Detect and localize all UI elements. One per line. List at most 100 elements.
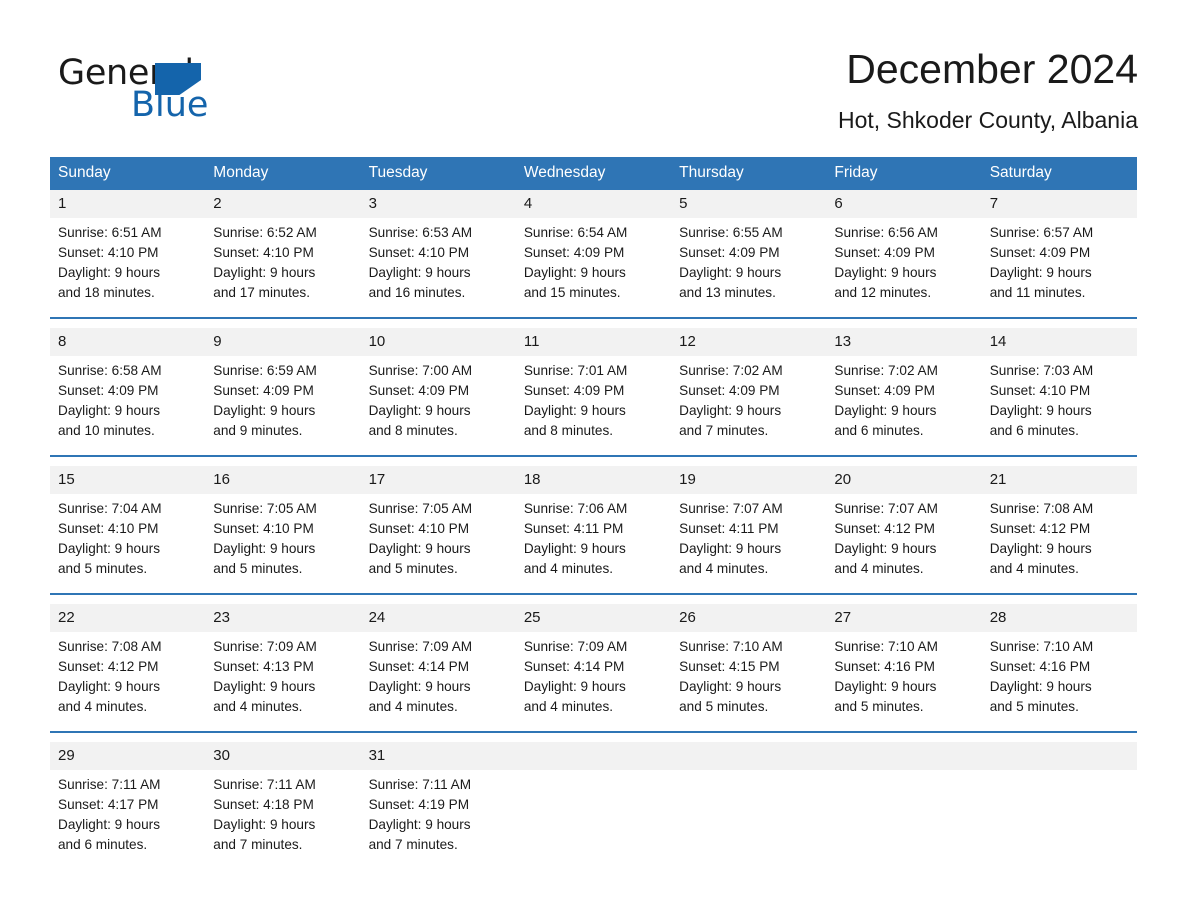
day-daylight1-text: Daylight: 9 hours: [368, 679, 471, 694]
day-info-cell: Sunrise: 6:58 AM Sunset: 4:09 PM Daylight:…: [50, 356, 206, 456]
day-info-cell: Sunrise: 7:05 AM Sunset: 4:10 PM Daylight:…: [205, 494, 361, 594]
weekday-header-saturday: Saturday: [981, 157, 1137, 190]
day-sunset-text: Sunset: 4:12 PM: [58, 659, 159, 674]
day-number[interactable]: 12: [671, 328, 827, 356]
day-daylight2-text: and 17 minutes.: [213, 285, 311, 300]
day-daylight1-text: Daylight: 9 hours: [213, 541, 316, 556]
day-sunrise-text: Sunrise: 7:10 AM: [834, 639, 938, 654]
day-daylight1-text: Daylight: 9 hours: [58, 265, 161, 280]
day-number[interactable]: 9: [205, 328, 361, 356]
calendar-page: General Blue December 2024 Hot, Shkoder …: [0, 0, 1188, 918]
day-sunrise-text: Sunrise: 7:01 AM: [523, 363, 628, 378]
day-number[interactable]: 8: [50, 328, 206, 356]
day-number[interactable]: 16: [205, 466, 361, 494]
day-number[interactable]: 4: [515, 190, 672, 218]
day-sunrise-text: Sunrise: 7:04 AM: [58, 501, 162, 516]
day-daylight2-text: and 4 minutes.: [834, 561, 924, 576]
day-number[interactable]: 10: [360, 328, 516, 356]
day-sunrise-text: Sunrise: 6:58 AM: [58, 363, 162, 378]
day-daylight2-text: and 4 minutes.: [523, 561, 614, 576]
day-info-cell: Sunrise: 6:56 AM Sunset: 4:09 PM Daylight:…: [826, 218, 982, 318]
page-title: December 2024: [846, 46, 1138, 92]
day-number[interactable]: 1: [50, 190, 206, 218]
day-daylight1-text: Daylight: 9 hours: [834, 679, 937, 694]
weekday-header-sunday: Sunday: [50, 157, 206, 190]
day-info-cell: Sunrise: 6:57 AM Sunset: 4:09 PM Daylight:…: [981, 218, 1137, 318]
day-number[interactable]: 19: [671, 466, 827, 494]
day-number[interactable]: 11: [515, 328, 672, 356]
day-info-cell: Sunrise: 7:02 AM Sunset: 4:09 PM Daylight:…: [826, 356, 982, 456]
day-number[interactable]: 6: [826, 190, 982, 218]
day-cell-empty: [671, 742, 827, 770]
day-number[interactable]: 7: [981, 190, 1137, 218]
day-sunrise-text: Sunrise: 7:10 AM: [989, 639, 1094, 654]
day-info-cell: Sunrise: 7:03 AM Sunset: 4:10 PM Daylight:…: [981, 356, 1137, 456]
day-daylight2-text: and 5 minutes.: [989, 699, 1079, 714]
day-info-empty: [981, 770, 1137, 869]
day-daylight1-text: Daylight: 9 hours: [679, 679, 782, 694]
day-info-empty: [515, 770, 672, 869]
day-info-cell: Sunrise: 6:59 AM Sunset: 4:09 PM Daylight:…: [205, 356, 361, 456]
day-sunset-text: Sunset: 4:13 PM: [213, 659, 314, 674]
day-number[interactable]: 26: [671, 604, 827, 632]
day-sunrise-text: Sunrise: 6:56 AM: [834, 225, 938, 240]
day-info-cell: Sunrise: 7:09 AM Sunset: 4:13 PM Daylight:…: [205, 632, 361, 732]
day-daylight2-text: and 5 minutes.: [368, 561, 458, 576]
day-number[interactable]: 14: [981, 328, 1137, 356]
day-number[interactable]: 5: [671, 190, 827, 218]
day-number[interactable]: 20: [826, 466, 982, 494]
day-daylight2-text: and 6 minutes.: [58, 837, 148, 852]
day-number[interactable]: 24: [360, 604, 516, 632]
day-sunrise-text: Sunrise: 7:02 AM: [834, 363, 938, 378]
weekday-header-thursday: Thursday: [671, 157, 827, 190]
day-sunset-text: Sunset: 4:14 PM: [523, 659, 625, 674]
day-number[interactable]: 3: [360, 190, 516, 218]
day-number[interactable]: 2: [205, 190, 361, 218]
day-info-row: Sunrise: 6:58 AM Sunset: 4:09 PM Daylight:…: [50, 356, 1137, 456]
day-info-cell: Sunrise: 7:11 AM Sunset: 4:19 PM Daylight:…: [360, 770, 516, 869]
day-sunrise-text: Sunrise: 7:05 AM: [213, 501, 317, 516]
day-sunrise-text: Sunrise: 6:55 AM: [679, 225, 783, 240]
day-number[interactable]: 18: [515, 466, 672, 494]
day-number[interactable]: 28: [981, 604, 1137, 632]
day-daylight2-text: and 18 minutes.: [58, 285, 155, 300]
day-info-empty: [671, 770, 827, 869]
day-sunset-text: Sunset: 4:10 PM: [58, 521, 159, 536]
day-daylight2-text: and 4 minutes.: [989, 561, 1079, 576]
day-sunset-text: Sunset: 4:09 PM: [989, 245, 1091, 260]
day-number[interactable]: 25: [515, 604, 672, 632]
day-number[interactable]: 29: [50, 742, 206, 770]
day-sunset-text: Sunset: 4:09 PM: [523, 245, 625, 260]
day-number[interactable]: 13: [826, 328, 982, 356]
day-daylight1-text: Daylight: 9 hours: [213, 403, 316, 418]
day-sunrise-text: Sunrise: 7:07 AM: [679, 501, 783, 516]
day-number[interactable]: 31: [360, 742, 516, 770]
day-daylight2-text: and 8 minutes.: [523, 423, 614, 438]
day-number[interactable]: 27: [826, 604, 982, 632]
day-daylight1-text: Daylight: 9 hours: [368, 817, 471, 832]
day-sunrise-text: Sunrise: 6:57 AM: [989, 225, 1094, 240]
day-sunset-text: Sunset: 4:09 PM: [58, 383, 159, 398]
general-blue-logo[interactable]: General Blue: [58, 52, 258, 126]
weekday-header-friday: Friday: [826, 157, 982, 190]
day-number[interactable]: 15: [50, 466, 206, 494]
day-sunrise-text: Sunrise: 7:09 AM: [368, 639, 473, 654]
day-sunset-text: Sunset: 4:15 PM: [679, 659, 780, 674]
day-number[interactable]: 22: [50, 604, 206, 632]
day-sunset-text: Sunset: 4:12 PM: [989, 521, 1091, 536]
day-sunrise-text: Sunrise: 7:11 AM: [213, 777, 316, 792]
day-info-cell: Sunrise: 7:08 AM Sunset: 4:12 PM Daylight:…: [50, 632, 206, 732]
day-number[interactable]: 21: [981, 466, 1137, 494]
day-cell-empty: [981, 742, 1137, 770]
day-daylight1-text: Daylight: 9 hours: [679, 403, 782, 418]
day-sunrise-text: Sunrise: 6:54 AM: [523, 225, 628, 240]
day-daylight2-text: and 7 minutes.: [368, 837, 458, 852]
day-number[interactable]: 23: [205, 604, 361, 632]
day-daylight1-text: Daylight: 9 hours: [368, 403, 471, 418]
day-number[interactable]: 30: [205, 742, 361, 770]
day-number[interactable]: 17: [360, 466, 516, 494]
day-daylight2-text: and 7 minutes.: [679, 423, 769, 438]
day-info-cell: Sunrise: 6:54 AM Sunset: 4:09 PM Daylight:…: [515, 218, 672, 318]
day-daylight2-text: and 15 minutes.: [523, 285, 621, 300]
week-separator: [50, 317, 1137, 328]
